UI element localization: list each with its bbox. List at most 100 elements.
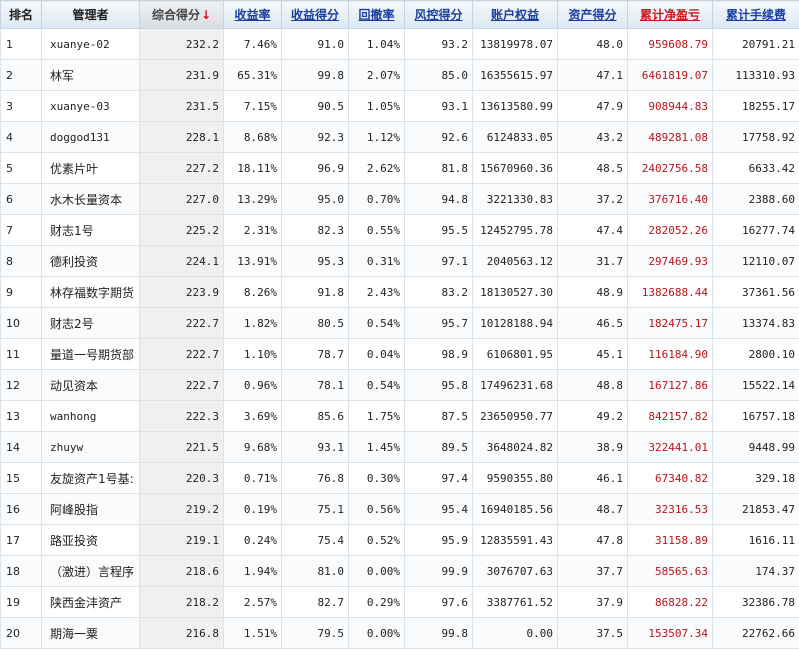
header-return-rate[interactable]: 收益率 [223,0,282,29]
asset-score-cell: 46.1 [557,462,628,494]
header-total-score[interactable]: 综合得分↓ [139,0,224,29]
total-score-cell: 227.2 [139,152,224,184]
manager-cell: xuanye-03 [41,90,140,122]
rank-cell: 19 [0,586,42,618]
equity-cell: 6106801.95 [472,338,558,370]
drawdown-cell: 0.54% [348,369,405,401]
header-equity[interactable]: 账户权益 [472,0,558,29]
asset-score-cell: 47.9 [557,90,628,122]
header-net-pnl[interactable]: 累计净盈亏 [627,0,713,29]
fees-cell: 20791.21 [712,28,799,60]
return-rate-cell: 2.31% [223,214,282,246]
header-rank: 排名 [0,0,42,29]
net-pnl-cell: 297469.93 [627,245,713,277]
rank-cell: 20 [0,617,42,649]
table-row: 16 阿峰股指 219.2 0.19% 75.1 0.56% 95.4 16940185.56… [0,493,799,525]
return-rate-cell: 13.29% [223,183,282,215]
rank-cell: 16 [0,493,42,525]
return-rate-cell: 8.68% [223,121,282,153]
equity-cell: 23650950.77 [472,400,558,432]
table-body: 1 xuanye-02 232.2 7.46% 91.0 1.04% 93.2 1381997… [0,28,799,649]
risk-score-cell: 97.4 [404,462,473,494]
return-score-cell: 82.3 [281,214,349,246]
equity-cell: 0.00 [472,617,558,649]
table-row: 4 doggod131 228.1 8.68% 92.3 1.12% 92.6 6124833… [0,121,799,153]
risk-score-cell: 95.7 [404,307,473,339]
rank-cell: 11 [0,338,42,370]
return-score-cell: 96.9 [281,152,349,184]
net-pnl-cell: 489281.08 [627,121,713,153]
asset-score-cell: 37.5 [557,617,628,649]
risk-score-cell: 99.8 [404,617,473,649]
net-pnl-cell: 31158.89 [627,524,713,556]
fees-cell: 329.18 [712,462,799,494]
risk-score-cell: 87.5 [404,400,473,432]
equity-cell: 13819978.07 [472,28,558,60]
sort-desc-arrow-icon[interactable]: ↓ [201,8,211,22]
return-rate-cell: 0.19% [223,493,282,525]
manager-cell: xuanye-02 [41,28,140,60]
total-score-cell: 220.3 [139,462,224,494]
risk-score-cell: 95.5 [404,214,473,246]
fees-cell: 22762.66 [712,617,799,649]
fees-cell: 15522.14 [712,369,799,401]
total-score-cell: 219.1 [139,524,224,556]
return-score-cell: 90.5 [281,90,349,122]
fees-cell: 2388.60 [712,183,799,215]
return-rate-cell: 9.68% [223,431,282,463]
return-score-cell: 75.1 [281,493,349,525]
total-score-cell: 222.7 [139,338,224,370]
total-score-cell: 222.3 [139,400,224,432]
table-row: 1 xuanye-02 232.2 7.46% 91.0 1.04% 93.2 1381997… [0,28,799,60]
asset-score-cell: 38.9 [557,431,628,463]
table-row: 11 量道一号期货部 222.7 1.10% 78.7 0.04% 98.9 6106801.… [0,338,799,370]
rank-cell: 12 [0,369,42,401]
drawdown-cell: 2.43% [348,276,405,308]
fees-cell: 2800.10 [712,338,799,370]
table-row: 7 财志1号 225.2 2.31% 82.3 0.55% 95.5 12452795.78 4… [0,214,799,246]
asset-score-cell: 31.7 [557,245,628,277]
table-row: 2 林军 231.9 65.31% 99.8 2.07% 85.0 16355615.97 47… [0,59,799,91]
return-rate-cell: 1.82% [223,307,282,339]
return-rate-cell: 8.26% [223,276,282,308]
risk-score-cell: 81.8 [404,152,473,184]
equity-cell: 15670960.36 [472,152,558,184]
net-pnl-cell: 282052.26 [627,214,713,246]
net-pnl-cell: 376716.40 [627,183,713,215]
drawdown-cell: 1.75% [348,400,405,432]
return-score-cell: 92.3 [281,121,349,153]
equity-cell: 10128188.94 [472,307,558,339]
drawdown-cell: 0.30% [348,462,405,494]
header-drawdown[interactable]: 回撤率 [348,0,405,29]
return-rate-cell: 7.15% [223,90,282,122]
risk-score-cell: 99.9 [404,555,473,587]
total-score-cell: 218.6 [139,555,224,587]
manager-cell: doggod131 [41,121,140,153]
return-rate-cell: 1.51% [223,617,282,649]
rank-cell: 14 [0,431,42,463]
table-row: 5 优素片叶 227.2 18.11% 96.9 2.62% 81.8 15670960.36… [0,152,799,184]
rank-cell: 6 [0,183,42,215]
total-score-cell: 218.2 [139,586,224,618]
equity-cell: 6124833.05 [472,121,558,153]
return-score-cell: 75.4 [281,524,349,556]
rank-cell: 4 [0,121,42,153]
rank-cell: 3 [0,90,42,122]
drawdown-cell: 0.00% [348,617,405,649]
manager-cell: 陕西金沣资产 [41,586,140,618]
header-asset-score[interactable]: 资产得分 [557,0,628,29]
equity-cell: 3221330.83 [472,183,558,215]
risk-score-cell: 93.2 [404,28,473,60]
net-pnl-cell: 1382688.44 [627,276,713,308]
return-rate-cell: 0.71% [223,462,282,494]
fees-cell: 13374.83 [712,307,799,339]
header-return-score[interactable]: 收益得分 [281,0,349,29]
header-risk-score[interactable]: 风控得分 [404,0,473,29]
asset-score-cell: 37.2 [557,183,628,215]
drawdown-cell: 1.05% [348,90,405,122]
manager-cell: （激进）言程序 [41,555,140,587]
asset-score-cell: 48.0 [557,28,628,60]
return-rate-cell: 65.31% [223,59,282,91]
return-score-cell: 78.7 [281,338,349,370]
header-fees[interactable]: 累计手续费 [712,0,799,29]
